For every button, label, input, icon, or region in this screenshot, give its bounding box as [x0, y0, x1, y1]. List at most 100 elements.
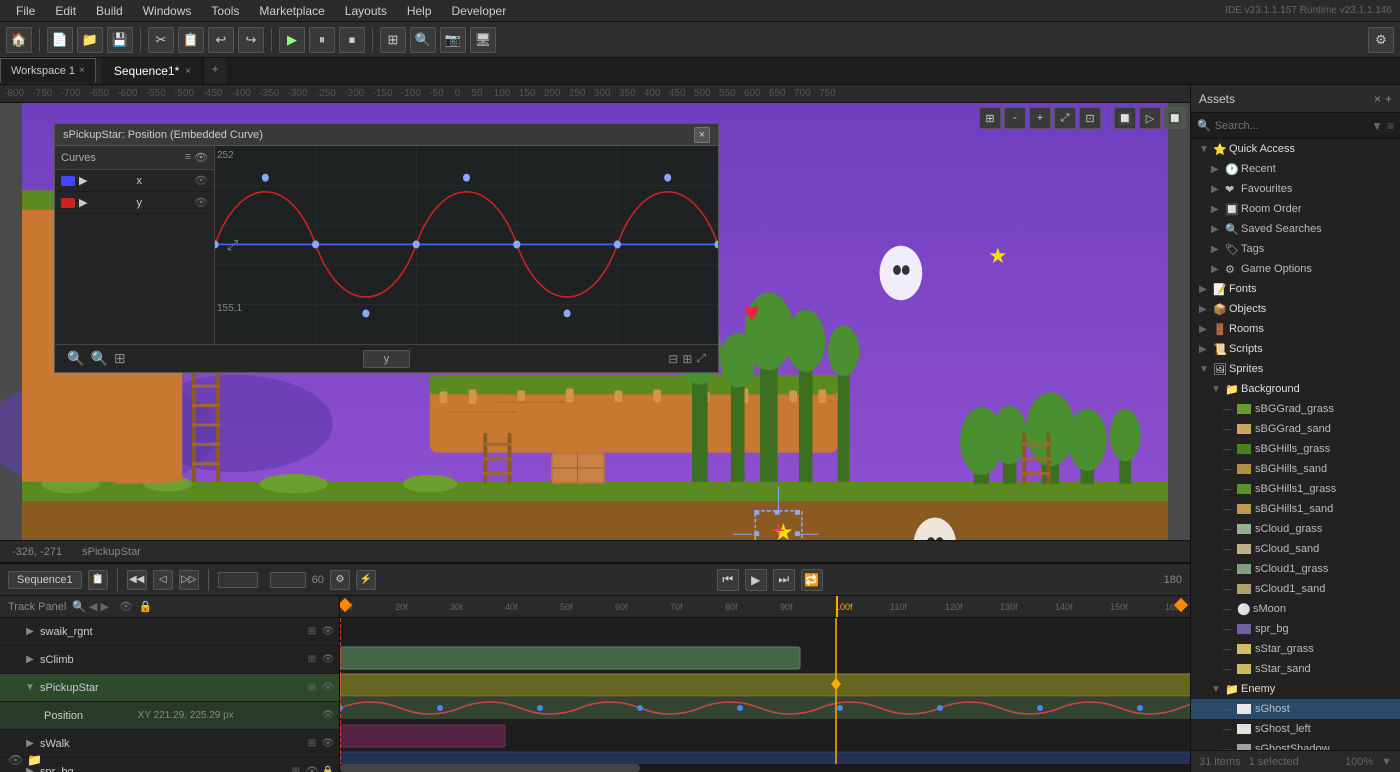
menu-developer[interactable]: Developer — [444, 2, 515, 20]
menu-help[interactable]: Help — [399, 2, 440, 20]
curves-eye-icon[interactable]: 👁 — [194, 151, 208, 164]
tl-fps-input[interactable]: 60 — [270, 572, 306, 588]
tree-bggradsand[interactable]: — sBGGrad_sand — [1191, 419, 1400, 439]
tl-key-btn[interactable]: ⚡ — [356, 570, 376, 590]
tl-next-btn[interactable]: ▷▷ — [179, 570, 199, 590]
tl-end-btn[interactable]: ⏭ — [773, 569, 795, 591]
swaik-add[interactable]: ⊞ — [305, 625, 319, 639]
walk-expand[interactable]: ▶ — [24, 738, 36, 750]
assets-filter-icon[interactable]: ▼ — [1371, 119, 1383, 133]
curves-fullscreen[interactable]: ⤢ — [696, 351, 706, 366]
assets-sort-icon[interactable]: ≡ — [1387, 119, 1394, 133]
zoom-in-icon[interactable]: 🔍 — [90, 350, 107, 367]
undo-btn[interactable]: ↩ — [208, 27, 234, 53]
track-eye-icon[interactable]: 👁 — [119, 600, 133, 613]
tl-prev-btn[interactable]: ◀◀ — [127, 570, 147, 590]
run-btn[interactable]: ▶ — [279, 27, 305, 53]
sclimb-eye[interactable]: 👁 — [321, 653, 335, 667]
walk-add[interactable]: ⊞ — [305, 737, 319, 751]
track-nav-left[interactable]: ◀ — [89, 600, 97, 613]
track-eye-all[interactable]: 👁 — [8, 753, 23, 767]
curves-main[interactable]: 252 155.1 ⤢ — [215, 146, 718, 344]
tl-start-btn[interactable]: ⏮ — [717, 569, 739, 591]
tree-smoon[interactable]: — ⚪ sMoon — [1191, 599, 1400, 619]
tree-sprites[interactable]: ▼ 🖼 Sprites — [1191, 359, 1400, 379]
cut-btn[interactable]: ✂ — [148, 27, 174, 53]
curve-channel-x[interactable]: ▶ x 👁 — [55, 170, 214, 192]
tree-sprbg[interactable]: — spr_bg — [1191, 619, 1400, 639]
tree-sghost[interactable]: — sGhost — [1191, 699, 1400, 719]
sequence-name[interactable]: Sequence1 — [8, 571, 82, 589]
track-spickupstar[interactable]: ▼ sPickupStar ⊞ 👁 — [0, 674, 339, 702]
tree-scripts[interactable]: ▶ 📜 Scripts — [1191, 339, 1400, 359]
star-eye[interactable]: 👁 — [321, 681, 335, 695]
tree-bggradgrass[interactable]: — sBGGrad_grass — [1191, 399, 1400, 419]
tree-enemy[interactable]: ▼ 📁 Enemy — [1191, 679, 1400, 699]
tree-scloud1sand[interactable]: — sCloud1_sand — [1191, 579, 1400, 599]
redo-btn[interactable]: ↪ — [238, 27, 264, 53]
tree-recent[interactable]: ▶ 🕐 Recent — [1191, 159, 1400, 179]
canvas-grid-btn[interactable]: ⊞ — [979, 107, 1001, 129]
copy-btn[interactable]: 📋 — [178, 27, 204, 53]
menu-file[interactable]: File — [8, 2, 43, 20]
tree-bghills1sand[interactable]: — sBGHills1_sand — [1191, 499, 1400, 519]
star-add[interactable]: ⊞ — [305, 681, 319, 695]
menu-edit[interactable]: Edit — [47, 2, 84, 20]
track-nav-right[interactable]: ▶ — [100, 600, 108, 613]
home-btn[interactable]: 🏠 — [6, 27, 32, 53]
canvas-center-btn[interactable]: ⊡ — [1079, 107, 1101, 129]
track-sprbg[interactable]: ▶ spr_bg ⊞ 👁 🔒 — [0, 758, 339, 772]
x-channel-eye[interactable]: 👁 — [194, 174, 208, 187]
tree-background[interactable]: ▼ 📁 Background — [1191, 379, 1400, 399]
canvas-zoom-out-btn[interactable]: - — [1004, 107, 1026, 129]
canvas-tool3[interactable]: 🔲 — [1164, 107, 1186, 129]
menu-windows[interactable]: Windows — [135, 2, 200, 20]
pause-btn[interactable]: ⏸ — [309, 27, 335, 53]
tl-loop-btn[interactable]: 🔁 — [801, 569, 823, 591]
camera-btn[interactable]: 📷 — [440, 27, 466, 53]
canvas-fit-btn[interactable]: ⤢ — [1054, 107, 1076, 129]
zoom-btn[interactable]: 🔍 — [410, 27, 436, 53]
tree-quickaccess[interactable]: ▼ ⭐ Quick Access — [1191, 139, 1400, 159]
menu-marketplace[interactable]: Marketplace — [251, 2, 332, 20]
workspace-tab[interactable]: Workspace 1 × — [0, 58, 96, 82]
menu-build[interactable]: Build — [88, 2, 131, 20]
walk-eye[interactable]: 👁 — [321, 737, 335, 751]
curve-channel-y[interactable]: ▶ y 👁 — [55, 192, 214, 214]
track-position[interactable]: Position XY 221.29, 225.29 px 👁 — [0, 702, 339, 730]
save-btn[interactable]: 💾 — [107, 27, 133, 53]
stop-btn[interactable]: ⏹ — [339, 27, 365, 53]
pos-eye[interactable]: 👁 — [321, 709, 335, 723]
curves-expand-icon[interactable]: ⤢ — [227, 237, 238, 254]
tree-roomorder[interactable]: ▶ 🔲 Room Order — [1191, 199, 1400, 219]
assets-add-btn[interactable]: + — [1385, 92, 1392, 106]
tree-sstargrass[interactable]: — sStar_grass — [1191, 639, 1400, 659]
new-btn[interactable]: 📄 — [47, 27, 73, 53]
tree-bghillsgrass[interactable]: — sBGHills_grass — [1191, 439, 1400, 459]
assets-zoom-icon[interactable]: ▼ — [1381, 756, 1392, 768]
grid-btn[interactable]: ⊞ — [380, 27, 406, 53]
tree-gameoptions[interactable]: ▶ ⚙ Game Options — [1191, 259, 1400, 279]
track-swalk[interactable]: ▶ sWalk ⊞ 👁 — [0, 730, 339, 758]
tree-scloud1grass[interactable]: — sCloud1_grass — [1191, 559, 1400, 579]
track-search-icon[interactable]: 🔍 — [72, 600, 86, 613]
star-expand[interactable]: ▼ — [24, 682, 36, 694]
tree-tags[interactable]: ▶ 🏷 Tags — [1191, 239, 1400, 259]
sequence-tab-close[interactable]: × — [185, 66, 191, 77]
sequence-tab[interactable]: Sequence1* × — [102, 58, 204, 84]
tree-bghillssand[interactable]: — sBGHills_sand — [1191, 459, 1400, 479]
sclimb-add[interactable]: ⊞ — [305, 653, 319, 667]
menu-tools[interactable]: Tools — [203, 2, 247, 20]
open-btn[interactable]: 📁 — [77, 27, 103, 53]
tree-favourites[interactable]: ▶ ❤ Favourites — [1191, 179, 1400, 199]
tree-bghills1grass[interactable]: — sBGHills1_grass — [1191, 479, 1400, 499]
assets-close-btn[interactable]: × — [1374, 92, 1381, 106]
tree-rooms[interactable]: ▶ 🚪 Rooms — [1191, 319, 1400, 339]
y-channel-btn[interactable]: y — [363, 350, 411, 368]
seq-settings-btn[interactable]: 📋 — [88, 570, 108, 590]
swaik-eye[interactable]: 👁 — [321, 625, 335, 639]
tree-scloudgrass[interactable]: — sCloud_grass — [1191, 519, 1400, 539]
curves-close-btn[interactable]: × — [694, 127, 710, 143]
curves-zoom-in[interactable]: ⊞ — [682, 352, 692, 366]
screen-btn[interactable]: 🖥 — [470, 27, 496, 53]
